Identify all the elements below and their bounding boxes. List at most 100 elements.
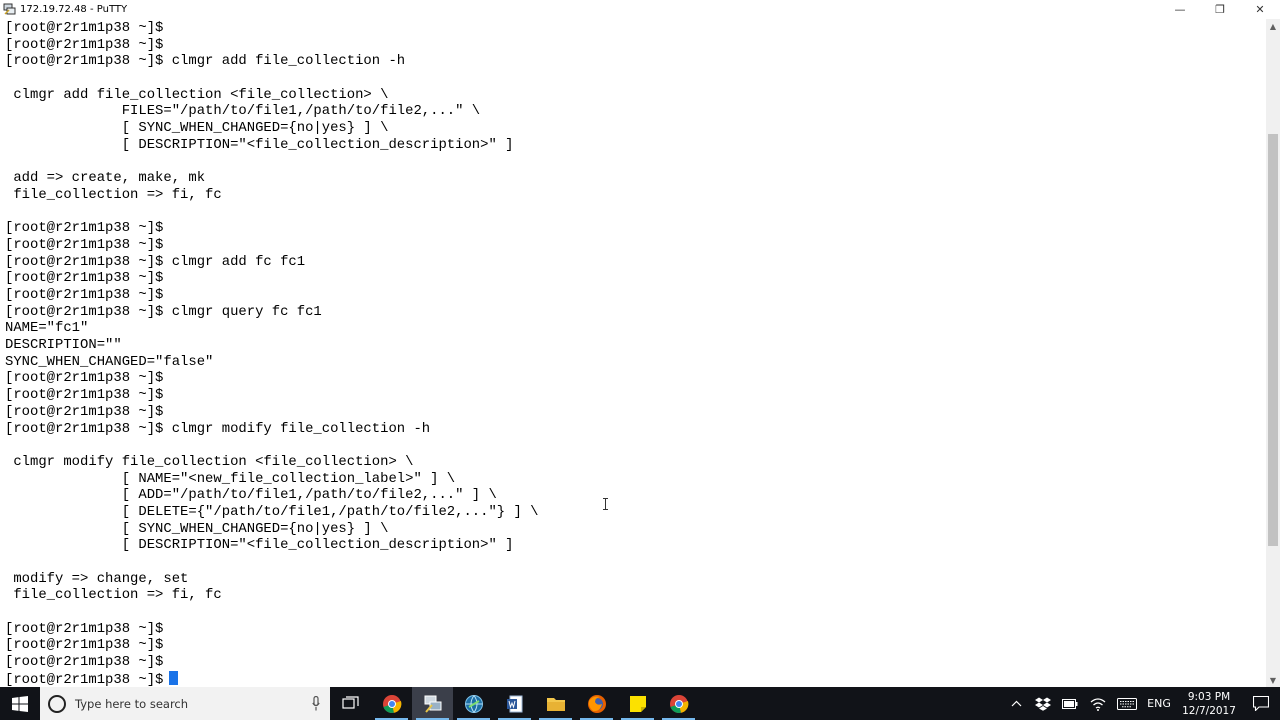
scroll-down-arrow-icon[interactable]: ▼ [1266,673,1280,687]
terminal-line-text: clmgr add file_collection <file_collecti… [5,86,389,103]
terminal-line: DESCRIPTION="" [5,337,539,354]
terminal-line-text: [ ADD="/path/to/file1,/path/to/file2,...… [5,487,497,504]
terminal-line-text: [root@r2r1m1p38 ~]$ clmgr query fc fc1 [5,303,322,320]
taskbar-app-list [330,687,699,720]
terminal-line-text: [ NAME="<new_file_collection_label>" ] \ [5,470,456,487]
terminal-output[interactable]: [root@r2r1m1p38 ~]$ [root@r2r1m1p38 ~]$ [r… [0,19,1266,687]
taskbar-app-chrome-second[interactable] [658,687,699,720]
terminal-line: [ DESCRIPTION="<file_collection_descript… [5,537,539,554]
terminal-line: file_collection => fi, fc [5,587,539,604]
terminal-line-text: [root@r2r1m1p38 ~]$ [5,637,164,654]
taskbar-app-firefox[interactable] [576,687,617,720]
terminal-line: [ DESCRIPTION="<file_collection_descript… [5,137,539,154]
taskbar-app-putty[interactable] [412,687,453,720]
terminal-line: add => create, make, mk [5,170,539,187]
terminal-line: [ SYNC_WHEN_CHANGED={no|yes} ] \ [5,120,539,137]
taskbar: Type here to search ENG 9:03 PM 12/7/201… [0,687,1280,720]
show-hidden-icons-chevron-icon[interactable] [1002,687,1030,720]
terminal-line: [root@r2r1m1p38 ~]$ [5,387,539,404]
terminal-line-text: [root@r2r1m1p38 ~]$ [5,654,164,671]
chrome-icon [669,694,688,713]
terminal-line-text: [root@r2r1m1p38 ~]$ [5,403,164,420]
window-controls: — ❐ ✕ [1160,0,1280,19]
terminal-line-text: [root@r2r1m1p38 ~]$ [5,370,164,387]
terminal-line-text: SYNC_WHEN_CHANGED="false" [5,353,214,370]
putty-icon[interactable] [3,3,16,16]
terminal-line: [ SYNC_WHEN_CHANGED={no|yes} ] \ [5,521,539,538]
terminal-line-text: [root@r2r1m1p38 ~]$ [5,287,164,303]
taskbar-search-box[interactable]: Type here to search [40,687,330,720]
system-clock[interactable]: 9:03 PM 12/7/2017 [1176,687,1242,720]
terminal-line-text: clmgr modify file_collection <file_colle… [5,453,414,470]
terminal-line: [root@r2r1m1p38 ~]$ [5,670,539,687]
start-button[interactable] [0,687,40,720]
window-title-bar[interactable]: 172.19.72.48 - PuTTY — ❐ ✕ [0,0,1280,19]
firefox-icon [587,694,606,713]
taskbar-app-network[interactable] [453,687,494,720]
chrome-icon [382,694,401,713]
terminal-line: [root@r2r1m1p38 ~]$ [5,287,539,304]
minimize-button[interactable]: — [1160,0,1200,19]
cortana-circle-icon [48,694,66,713]
terminal-line-text: [ DESCRIPTION="<file_collection_descript… [5,136,514,153]
folder-icon [546,697,565,711]
close-button[interactable]: ✕ [1240,0,1280,19]
clock-time: 9:03 PM [1187,690,1231,703]
terminal-line: [root@r2r1m1p38 ~]$ [5,237,539,254]
scroll-up-arrow-icon[interactable]: ▲ [1266,19,1280,33]
terminal-line-text: [ SYNC_WHEN_CHANGED={no|yes} ] \ [5,520,389,537]
keyboard-icon[interactable] [1112,687,1142,720]
restore-button[interactable]: ❐ [1200,0,1240,19]
terminal-line-text: [ SYNC_WHEN_CHANGED={no|yes} ] \ [5,120,389,137]
terminal-line-text: [root@r2r1m1p38 ~]$ [5,671,164,687]
terminal-line-text: [ DESCRIPTION="<file_collection_descript… [5,537,514,554]
language-indicator[interactable]: ENG [1142,687,1176,720]
terminal-line-text: file_collection => fi, fc [5,186,222,203]
terminal-line: [root@r2r1m1p38 ~]$ clmgr modify file_co… [5,421,539,438]
terminal-line: [ DELETE={"/path/to/file1,/path/to/file2… [5,504,539,521]
terminal-line-text: [root@r2r1m1p38 ~]$ [5,36,164,53]
terminal-line-text: [root@r2r1m1p38 ~]$ [5,20,164,36]
microphone-icon[interactable] [312,696,320,711]
putty-taskbar-icon [424,695,441,713]
scrollbar-thumb[interactable] [1268,133,1278,546]
clock-date: 12/7/2017 [1182,704,1236,717]
sticky-note-icon [629,695,646,712]
terminal-line-text: [root@r2r1m1p38 ~]$ clmgr add fc fc1 [5,253,306,270]
taskbar-app-file-explorer[interactable] [535,687,576,720]
terminal-line-text: DESCRIPTION="" [5,337,122,354]
terminal-line: [root@r2r1m1p38 ~]$ [5,621,539,638]
taskbar-app-chrome[interactable] [371,687,412,720]
mouse-ibeam-cursor-icon [603,498,608,510]
terminal-line-text: file_collection => fi, fc [5,587,222,604]
terminal-line: [root@r2r1m1p38 ~]$ clmgr add file_colle… [5,53,539,70]
taskbar-app-office[interactable] [494,687,535,720]
action-center-icon[interactable] [1242,687,1280,720]
task-view-button[interactable] [330,687,371,720]
dropbox-icon[interactable] [1030,687,1056,720]
system-tray: ENG 9:03 PM 12/7/2017 [1002,687,1280,720]
terminal-line-text: [root@r2r1m1p38 ~]$ [5,620,164,637]
terminal-line: [root@r2r1m1p38 ~]$ clmgr add fc fc1 [5,254,539,271]
terminal-line-text: [root@r2r1m1p38 ~]$ clmgr modify file_co… [5,420,431,437]
terminal-line-text: [ DELETE={"/path/to/file1,/path/to/file2… [5,503,539,520]
taskbar-app-sticky-notes[interactable] [617,687,658,720]
office-document-icon [506,695,522,712]
terminal-line: [root@r2r1m1p38 ~]$ [5,637,539,654]
wifi-icon[interactable] [1084,687,1112,720]
terminal-scrollbar[interactable]: ▲ ▼ [1266,19,1280,687]
terminal-line-text: modify => change, set [5,570,189,587]
terminal-line-text: [root@r2r1m1p38 ~]$ [5,236,164,253]
terminal-line: [root@r2r1m1p38 ~]$ [5,654,539,671]
terminal-line: FILES="/path/to/file1,/path/to/file2,...… [5,103,539,120]
terminal-line: [ ADD="/path/to/file1,/path/to/file2,...… [5,487,539,504]
terminal-line: [root@r2r1m1p38 ~]$ [5,404,539,421]
terminal-line: [root@r2r1m1p38 ~]$ [5,270,539,287]
battery-icon[interactable] [1056,687,1084,720]
terminal-line: modify => change, set [5,571,539,588]
